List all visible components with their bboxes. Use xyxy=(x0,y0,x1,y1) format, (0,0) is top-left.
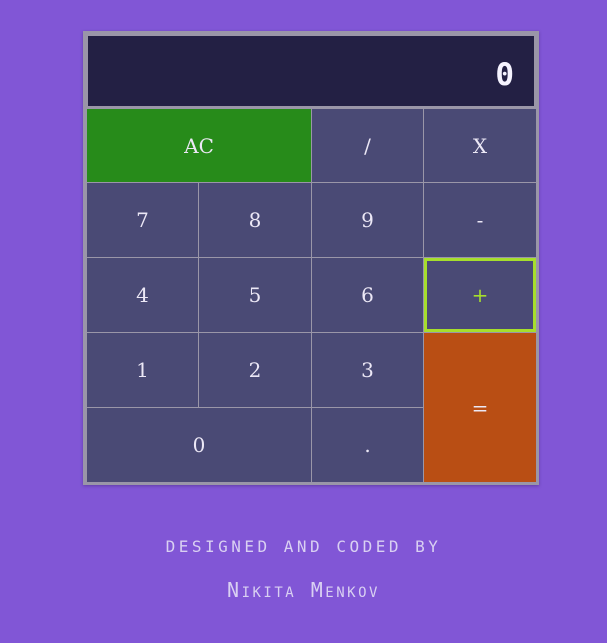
decimal-button[interactable]: . xyxy=(312,408,423,482)
multiply-button[interactable]: X xyxy=(424,109,536,182)
digit-6-button[interactable]: 6 xyxy=(312,258,423,332)
digit-5-button[interactable]: 5 xyxy=(199,258,311,332)
subtract-button[interactable]: - xyxy=(424,183,536,257)
credits-author-name: Nikita Menkov xyxy=(227,578,380,602)
calculator-display: 0 xyxy=(88,36,534,106)
digit-4-button[interactable]: 4 xyxy=(87,258,198,332)
calculator: 0 AC / X 7 8 9 - 4 5 6 + 1 2 3 = 0 . xyxy=(83,31,539,485)
digit-0-button[interactable]: 0 xyxy=(87,408,311,482)
add-button[interactable]: + xyxy=(424,258,536,332)
clear-button[interactable]: AC xyxy=(87,109,311,182)
equals-button[interactable]: = xyxy=(424,333,536,482)
digit-2-button[interactable]: 2 xyxy=(199,333,311,407)
digit-1-button[interactable]: 1 xyxy=(87,333,198,407)
digit-9-button[interactable]: 9 xyxy=(312,183,423,257)
digit-8-button[interactable]: 8 xyxy=(199,183,311,257)
digit-3-button[interactable]: 3 xyxy=(312,333,423,407)
display-value: 0 xyxy=(495,57,514,93)
keypad: AC / X 7 8 9 - 4 5 6 + 1 2 3 = 0 . xyxy=(86,109,536,482)
digit-7-button[interactable]: 7 xyxy=(87,183,198,257)
credits-designed-by: Designed and coded by xyxy=(165,537,442,556)
divide-button[interactable]: / xyxy=(312,109,423,182)
